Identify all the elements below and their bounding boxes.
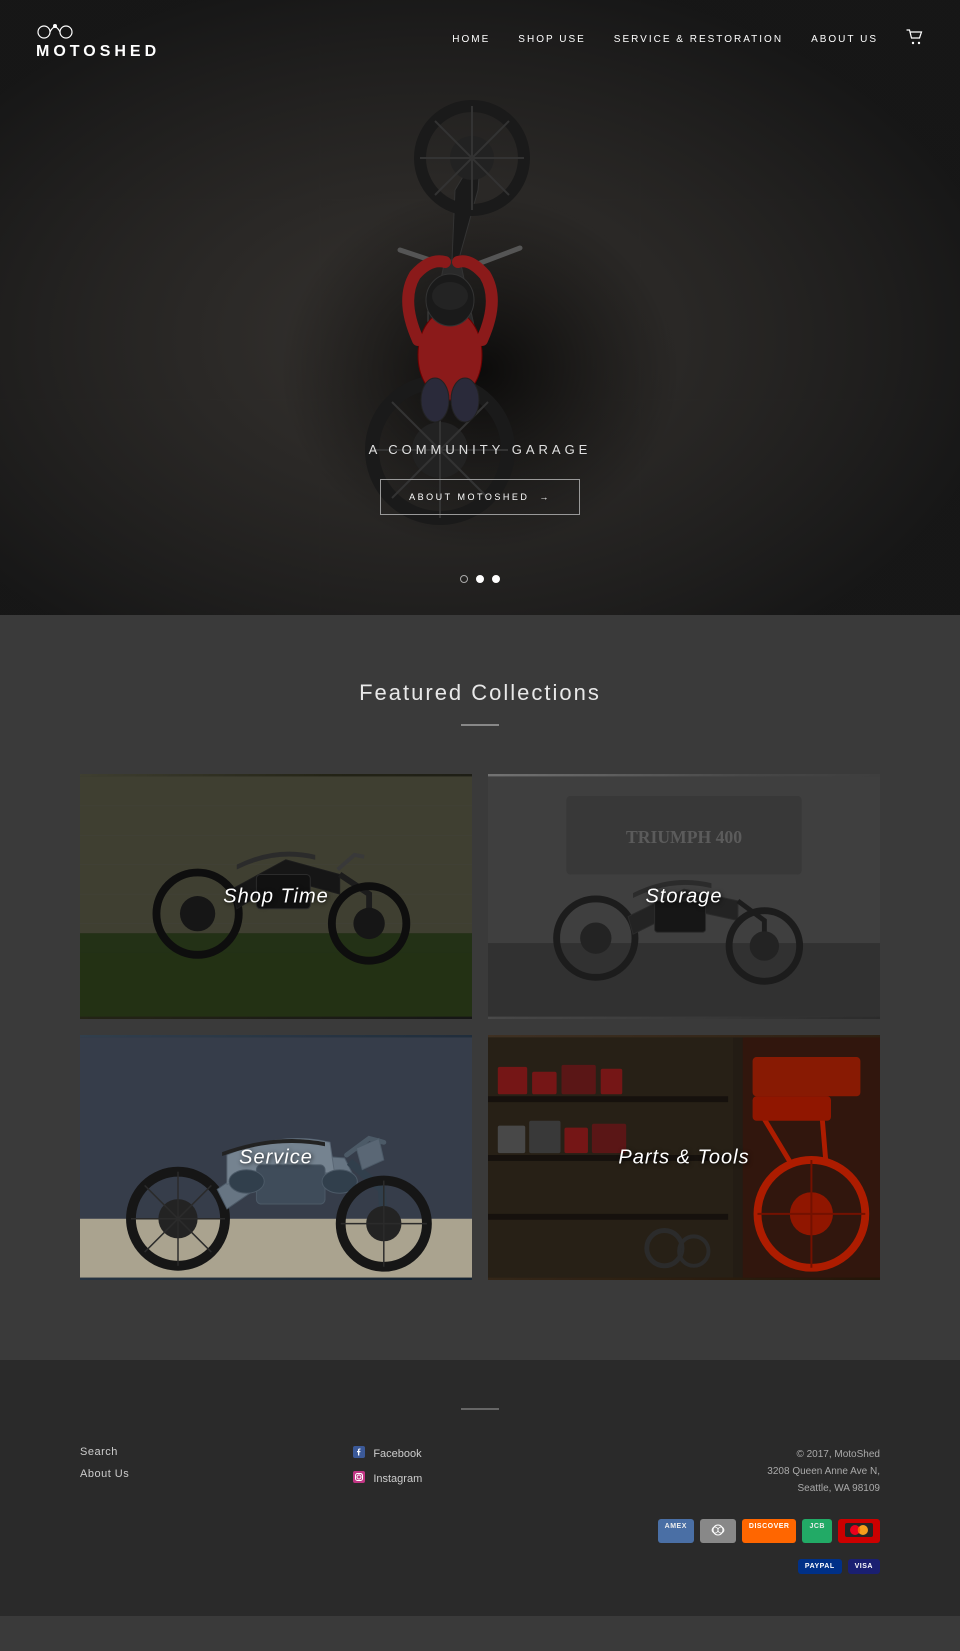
collection-label-shop-time: Shop Time (223, 885, 329, 908)
hero-content: A COMMUNITY GARAGE ABOUT MOTOSHED → (0, 442, 960, 515)
nav-service[interactable]: SERVICE & RESTORATION (614, 34, 783, 45)
copyright-text: © 2017, MotoShed 3208 Queen Anne Ave N, … (627, 1446, 880, 1497)
footer-link-about[interactable]: About Us (80, 1468, 333, 1480)
collections-section: Featured Collections (0, 615, 960, 1360)
dot-3[interactable] (492, 575, 500, 583)
footer-divider (461, 1408, 499, 1410)
hero-tagline: A COMMUNITY GARAGE (0, 442, 960, 457)
collections-grid: Shop Time TRIUMPH 400 (80, 774, 880, 1280)
nav-home[interactable]: HOME (452, 34, 490, 45)
collection-card-service[interactable]: Service (80, 1035, 472, 1280)
footer-social-col: Facebook Instagram (353, 1446, 606, 1486)
hero-dots (460, 575, 500, 583)
site-header: MOTOSHED HOME SHOP USE SERVICE & RESTORA… (0, 0, 960, 79)
nav-about[interactable]: ABOUT US (811, 34, 878, 45)
instagram-label: Instagram (373, 1473, 422, 1485)
payment-icons-row2: PayPal VISA (627, 1559, 880, 1574)
logo-icon (36, 18, 74, 40)
instagram-icon (353, 1471, 365, 1486)
cart-icon[interactable] (906, 29, 924, 50)
dot-2[interactable] (476, 575, 484, 583)
payment-amex: AMEX (658, 1519, 694, 1543)
payment-jcb: JCB (802, 1519, 832, 1543)
facebook-label: Facebook (373, 1448, 421, 1460)
social-instagram[interactable]: Instagram (353, 1471, 606, 1486)
site-footer: Search About Us Facebook (0, 1360, 960, 1616)
hero-bg (0, 0, 960, 615)
collection-card-parts[interactable]: Parts & Tools (488, 1035, 880, 1280)
facebook-icon (353, 1446, 365, 1461)
hero-cta-arrow: → (539, 492, 551, 502)
payment-discover: DISCOVER (742, 1519, 797, 1543)
footer-link-search[interactable]: Search (80, 1446, 333, 1458)
collection-label-parts: Parts & Tools (618, 1146, 749, 1169)
collection-card-shop-time[interactable]: Shop Time (80, 774, 472, 1019)
dot-1[interactable] (460, 575, 468, 583)
logo-text: MOTOSHED (36, 43, 160, 61)
footer-right-col: © 2017, MotoShed 3208 Queen Anne Ave N, … (627, 1446, 880, 1580)
payment-icons: AMEX DISCOVER JCB (627, 1519, 880, 1543)
footer-grid: Search About Us Facebook (80, 1446, 880, 1580)
hero-section: A COMMUNITY GARAGE ABOUT MOTOSHED → (0, 0, 960, 615)
collection-label-storage: Storage (645, 885, 722, 908)
payment-master (838, 1519, 880, 1543)
section-title: Featured Collections (80, 680, 880, 706)
hero-cta-button[interactable]: ABOUT MOTOSHED → (380, 479, 580, 515)
main-nav: HOME SHOP USE SERVICE & RESTORATION ABOU… (452, 29, 924, 50)
logo[interactable]: MOTOSHED (36, 18, 160, 61)
footer-links-col: Search About Us (80, 1446, 333, 1480)
nav-shop-use[interactable]: SHOP USE (518, 34, 586, 45)
section-divider (461, 724, 499, 726)
payment-paypal: PayPal (798, 1559, 842, 1574)
payment-diners (700, 1519, 736, 1543)
collection-label-service: Service (239, 1146, 313, 1169)
collection-card-storage[interactable]: TRIUMPH 400 Sto (488, 774, 880, 1019)
social-facebook[interactable]: Facebook (353, 1446, 606, 1461)
hero-cta-label: ABOUT MOTOSHED (409, 492, 529, 502)
payment-visa: VISA (848, 1559, 880, 1574)
